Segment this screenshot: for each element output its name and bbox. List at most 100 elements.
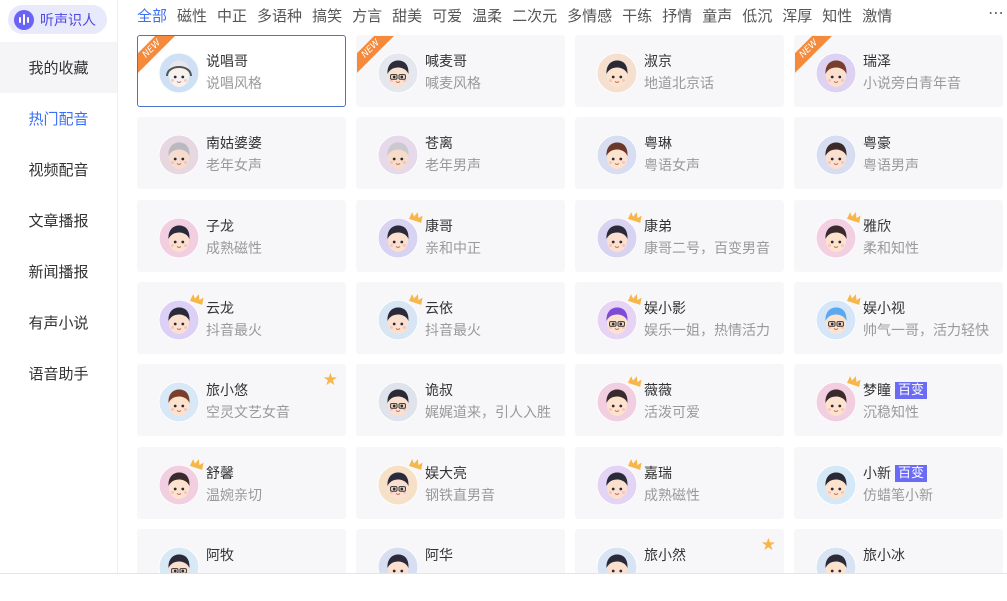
tab-9[interactable]: 二次元 — [512, 5, 557, 26]
voice-name: 瑞泽 — [863, 54, 891, 70]
sidebar-item-news-reading[interactable]: 新闻播报 — [0, 246, 117, 297]
voice-card[interactable]: 娱小影 娱乐一姐，热情活力 — [575, 282, 784, 354]
sidebar-item-voice-assistant[interactable]: 语音助手 — [0, 348, 117, 399]
voice-card[interactable]: 梦瞳 百变 沉稳知性 — [794, 364, 1003, 436]
voice-description: 老年男声 — [425, 158, 481, 174]
voice-name: 阿牧 — [206, 548, 234, 564]
yuxiaoshi-avatar — [815, 299, 857, 341]
voice-name: 粤豪 — [863, 136, 891, 152]
voice-name-row: 苍离 — [425, 133, 453, 153]
voice-name: 娱大亮 — [425, 466, 467, 482]
voice-name: 小新 — [863, 466, 891, 482]
sidebar-item-popular-dubbing[interactable]: 热门配音 — [0, 93, 117, 144]
tab-5[interactable]: 方言 — [352, 5, 382, 26]
tab-6[interactable]: 甜美 — [392, 5, 422, 26]
voice-description: 成熟磁性 — [206, 241, 262, 257]
tab-17[interactable]: 激情 — [862, 5, 892, 26]
more-categories-icon[interactable]: ⋯ — [985, 4, 1007, 26]
voice-name: 喊麦哥 — [425, 54, 467, 70]
voice-card[interactable]: 云龙 抖音最火 — [137, 282, 346, 354]
voice-card[interactable]: 康弟 康哥二号，百变男音 — [575, 200, 784, 272]
voice-name-row: 小新 百变 — [863, 463, 928, 483]
voice-card[interactable]: 阿牧 — [137, 529, 346, 573]
cantonese-girl-avatar — [596, 134, 638, 176]
tab-11[interactable]: 干练 — [622, 5, 652, 26]
beijing-girl-avatar — [596, 52, 638, 94]
voice-card[interactable]: 薇薇 活泼可爱 — [575, 364, 784, 436]
xiaoxin-avatar — [815, 464, 857, 506]
voice-card[interactable]: 旅小然 ★ — [575, 529, 784, 573]
tab-4[interactable]: 搞笑 — [312, 5, 342, 26]
tab-2[interactable]: 中正 — [217, 5, 247, 26]
voice-card[interactable]: 旅小冰 — [794, 529, 1003, 573]
voice-name: 淑京 — [644, 54, 672, 70]
sidebar-item-article-reading[interactable]: 文章播报 — [0, 195, 117, 246]
voice-description: 成熟磁性 — [644, 488, 700, 504]
voice-card[interactable]: 娱大亮 钢铁直男音 — [356, 447, 565, 519]
voice-name: 云依 — [425, 301, 453, 317]
tab-7[interactable]: 可爱 — [432, 5, 462, 26]
tab-0[interactable]: 全部 — [137, 5, 167, 26]
voice-description: 空灵文艺女音 — [206, 405, 290, 421]
voice-card[interactable]: 云依 抖音最火 — [356, 282, 565, 354]
tab-16[interactable]: 知性 — [822, 5, 852, 26]
sidebar-item-video-dubbing[interactable]: 视频配音 — [0, 144, 117, 195]
voice-card[interactable]: 南姑婆婆 老年女声 — [137, 117, 346, 189]
voice-card[interactable]: 娱小视 帅气一哥，活力轻快 — [794, 282, 1003, 354]
kangdi-avatar — [596, 217, 638, 259]
voice-card[interactable]: 小新 百变 仿蜡笔小新 — [794, 447, 1003, 519]
voice-name-row: 喊麦哥 — [425, 51, 467, 71]
voice-card[interactable]: 子龙 成熟磁性 — [137, 200, 346, 272]
voice-card[interactable]: 苍离 老年男声 — [356, 117, 565, 189]
voice-card[interactable]: 淑京 地道北京话 — [575, 35, 784, 107]
voice-description: 说唱风格 — [206, 76, 262, 92]
voice-name: 旅小冰 — [863, 548, 905, 564]
voice-description: 温婉亲切 — [206, 488, 262, 504]
voice-card[interactable]: 阿华 — [356, 529, 565, 573]
app-window: 听声识人 我的收藏 热门配音 视频配音 文章播报 新闻播报 有声小说 语音助手 … — [0, 0, 1007, 601]
voice-name: 南姑婆婆 — [206, 136, 262, 152]
voice-description: 娱乐一姐，热情活力 — [644, 323, 770, 339]
voice-card[interactable]: 说唱哥 说唱风格 NEW — [137, 35, 346, 107]
voice-card[interactable]: 喊麦哥 喊麦风格 NEW — [356, 35, 565, 107]
voice-card[interactable]: 旅小悠 空灵文艺女音 ★ — [137, 364, 346, 436]
voice-name: 苍离 — [425, 136, 453, 152]
voice-id-label: 听声识人 — [40, 12, 96, 29]
voice-name-row: 云依 — [425, 298, 453, 318]
tab-1[interactable]: 磁性 — [177, 5, 207, 26]
tab-14[interactable]: 低沉 — [742, 5, 772, 26]
voice-card[interactable]: 舒馨 温婉亲切 — [137, 447, 346, 519]
sidebar-item-favorites[interactable]: 我的收藏 — [0, 42, 117, 93]
voice-id-button[interactable]: 听声识人 — [8, 5, 107, 34]
tab-12[interactable]: 抒情 — [662, 5, 692, 26]
voice-name-row: 说唱哥 — [206, 51, 248, 71]
voice-description: 柔和知性 — [863, 241, 919, 257]
zilong-avatar — [158, 217, 200, 259]
voice-card[interactable]: 康哥 亲和中正 — [356, 200, 565, 272]
guishu-avatar — [377, 381, 419, 423]
old-man-avatar — [377, 134, 419, 176]
versatile-badge: 百变 — [895, 381, 928, 399]
voice-name: 旅小悠 — [206, 383, 248, 399]
tab-3[interactable]: 多语种 — [257, 5, 302, 26]
voice-card[interactable]: 嘉瑞 成熟磁性 — [575, 447, 784, 519]
tab-8[interactable]: 温柔 — [472, 5, 502, 26]
voice-card[interactable]: 粤琳 粤语女声 — [575, 117, 784, 189]
tab-15[interactable]: 浑厚 — [782, 5, 812, 26]
tab-10[interactable]: 多情感 — [567, 5, 612, 26]
tab-13[interactable]: 童声 — [702, 5, 732, 26]
ahua-avatar — [377, 546, 419, 573]
voice-card[interactable]: 粤豪 粤语男声 — [794, 117, 1003, 189]
voice-name-row: 诡叔 — [425, 380, 453, 400]
voice-name: 康弟 — [644, 219, 672, 235]
voice-description: 沉稳知性 — [863, 405, 919, 421]
voice-description: 粤语女声 — [644, 158, 700, 174]
voice-card[interactable]: 瑞泽 小说旁白青年音 NEW — [794, 35, 1003, 107]
category-tabs: 全部 磁性 中正 多语种 搞笑 方言 甜美 可爱 温柔 二次元 多情感 干练 抒情 童声 低沉 浑厚 知性 激情 — [137, 0, 1007, 30]
voice-card[interactable]: 诡叔 娓娓道来，引人入胜 — [356, 364, 565, 436]
voice-description: 亲和中正 — [425, 241, 481, 257]
voice-name-row: 瑞泽 — [863, 51, 891, 71]
voice-description: 活泼可爱 — [644, 405, 700, 421]
sidebar-item-audio-novel[interactable]: 有声小说 — [0, 297, 117, 348]
voice-card[interactable]: 雅欣 柔和知性 — [794, 200, 1003, 272]
